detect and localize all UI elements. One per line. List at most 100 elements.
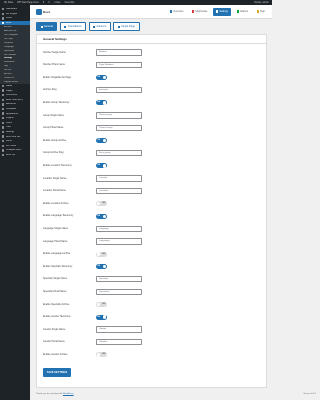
- setting-text-input[interactable]: Language: [96, 225, 142, 233]
- setting-row-enable-specialty-taxonomy: Enable Specialty Taxonomy ON: [43, 263, 263, 270]
- docs-cat-icon: [2, 153, 5, 157]
- sidebar-item-label: Add New Doc: [4, 30, 17, 33]
- save-settings-label: SAVE SETTINGS: [46, 371, 68, 374]
- toggle-knob: [102, 138, 107, 143]
- setting-text-input[interactable]: Locations: [96, 187, 142, 195]
- toggle-knob: [96, 353, 101, 357]
- nav-addons[interactable]: Addons: [234, 8, 252, 16]
- toggle-state-text: ON: [97, 139, 100, 142]
- translations-icon: [64, 25, 67, 28]
- media-icon: [2, 84, 5, 88]
- toggle-state-text: ON: [97, 214, 100, 217]
- setting-row-enable-specialty-archive: Enable Specialty Archive OFF: [43, 301, 263, 308]
- setting-row-language-plural-name: Language Plural Name Languages: [43, 238, 263, 245]
- save-settings-button[interactable]: SAVE SETTINGS: [43, 368, 71, 377]
- setting-toggle[interactable]: OFF: [96, 302, 107, 307]
- setting-label: Number Single Name: [43, 50, 66, 54]
- toggle-knob: [96, 201, 101, 206]
- setting-label: Enable Gender Taxonomy: [43, 315, 71, 319]
- tab-translations[interactable]: Translations: [59, 22, 87, 31]
- setting-toggle[interactable]: ON: [96, 213, 107, 219]
- toggle-knob: [102, 315, 107, 319]
- toggle-state-text: ON: [97, 76, 100, 79]
- nav-label: Help: [260, 10, 265, 13]
- toggle-knob: [102, 101, 107, 105]
- migration-icon: [2, 135, 5, 138]
- sidebar-item-label: Elementor: [5, 103, 17, 106]
- nav-settings[interactable]: Settings: [212, 7, 231, 16]
- setting-row-language-single-name: Language Single Name Language: [43, 225, 263, 233]
- setting-toggle[interactable]: ON: [96, 75, 107, 81]
- plugin-header: Docs Overview Shortcodes Settings Addons Hel…: [30, 5, 272, 19]
- setting-row-enable-singlefile-the-page: Enable Singlefile the Page ON: [43, 74, 263, 81]
- setting-toggle[interactable]: ON: [96, 163, 107, 169]
- setting-text-input[interactable]: Number: [96, 49, 142, 56]
- wordpress-link[interactable]: WordPress: [63, 393, 74, 395]
- setting-label: Enable Group Taxonomy: [43, 100, 70, 104]
- setting-toggle[interactable]: OFF: [96, 352, 107, 358]
- sidebar-item-docs-cat[interactable]: Docs Cat: [0, 153, 30, 158]
- toggle-knob: [102, 264, 107, 269]
- setting-row-specialty-single-name: Specialty Single Name Specialty: [43, 276, 263, 283]
- setting-label: Location Single Name: [43, 176, 67, 180]
- toggle-state-text: ON: [97, 315, 100, 318]
- setting-row-enable-language-taxonomy: Enable Language Taxonomy ON: [43, 213, 263, 220]
- addons-icon: [236, 10, 239, 13]
- sidebar-item-label: Support Forum: [4, 80, 18, 83]
- setting-text-input[interactable]: Docs group: [96, 150, 142, 157]
- sidebar-item-label: Doc Categories: [4, 34, 19, 37]
- setting-toggle[interactable]: ON: [96, 100, 107, 106]
- sidebar-item-label: Media: [5, 85, 13, 88]
- setting-text-input[interactable]: Page Numbers: [96, 61, 142, 69]
- tab-advance[interactable]: Advance: [88, 22, 111, 31]
- setting-text-input[interactable]: Genders: [96, 339, 142, 346]
- sidebar-item-label: Fonts: [5, 140, 12, 143]
- settings-icon: [2, 130, 5, 134]
- sidebar-item-label: Settings: [4, 57, 13, 60]
- sidebar-item-label: Collapse Menu: [5, 149, 22, 152]
- setting-label: Enable Singlefile the Page: [43, 75, 72, 79]
- toggle-state-text: ON: [97, 265, 100, 268]
- tab-label: General: [43, 25, 53, 28]
- shortcode-icon: [191, 10, 194, 13]
- setting-label: Enable Location Taxonomy: [43, 163, 72, 167]
- plugin-nav: Overview Shortcodes Settings Addons Help: [164, 7, 268, 16]
- tab-general[interactable]: General: [36, 22, 58, 31]
- toggle-knob: [102, 164, 107, 168]
- engine-icon: [2, 12, 5, 16]
- setting-label: Enable Specialty Archive: [43, 302, 70, 306]
- nav-label: Settings: [219, 10, 228, 13]
- setting-toggle[interactable]: ON: [96, 138, 107, 144]
- setting-text-input[interactable]: doc/mate: [96, 87, 142, 94]
- toggle-knob: [96, 252, 101, 256]
- plugins-icon: [2, 116, 5, 120]
- nav-overview[interactable]: Overview: [167, 8, 186, 16]
- nav-help[interactable]: Help: [254, 8, 268, 16]
- setting-toggle[interactable]: ON: [96, 264, 107, 270]
- setting-toggle[interactable]: OFF: [96, 201, 107, 207]
- settings-subtabs: General Translations Advance Single Page: [36, 22, 142, 31]
- nav-shortcodes[interactable]: Shortcodes: [189, 8, 211, 16]
- sidebar-item-label: Settings: [5, 130, 15, 133]
- setting-toggle[interactable]: ON: [96, 314, 107, 320]
- nav-label: Overview: [173, 10, 184, 13]
- docs-icon: [2, 21, 5, 25]
- setting-text-input[interactable]: Languages: [96, 238, 142, 245]
- setting-text-input[interactable]: Location: [96, 175, 142, 182]
- setting-row-group-plural-name: Group Plural Name Theme Group: [43, 124, 263, 132]
- footer-credit: Thank you for creating with WordPress: [36, 393, 74, 395]
- setting-row-gender-single-name: Gender Single Name Gender: [43, 326, 263, 333]
- advance-icon: [93, 25, 96, 28]
- setting-text-input[interactable]: Specialty: [96, 276, 142, 283]
- setting-row-location-plural-name: Location Plural Name Locations: [43, 187, 263, 195]
- setting-row-enable-group-taxonomy: Enable Group Taxonomy ON: [43, 99, 263, 106]
- setting-row-location-single-name: Location Single Name Location: [43, 175, 263, 182]
- sidebar-item-label: Book Hotel (DC): [5, 98, 23, 101]
- setting-text-input[interactable]: Theme group: [96, 112, 142, 119]
- setting-toggle[interactable]: OFF: [96, 251, 107, 257]
- setting-text-input[interactable]: Theme Group: [96, 124, 142, 132]
- setting-text-input[interactable]: Gender: [96, 326, 142, 333]
- setting-text-input[interactable]: Specialties: [96, 288, 142, 296]
- tab-single-page[interactable]: Single Page: [113, 22, 140, 31]
- setting-row-enable-language-archive: Enable Language Archive OFF: [43, 251, 263, 258]
